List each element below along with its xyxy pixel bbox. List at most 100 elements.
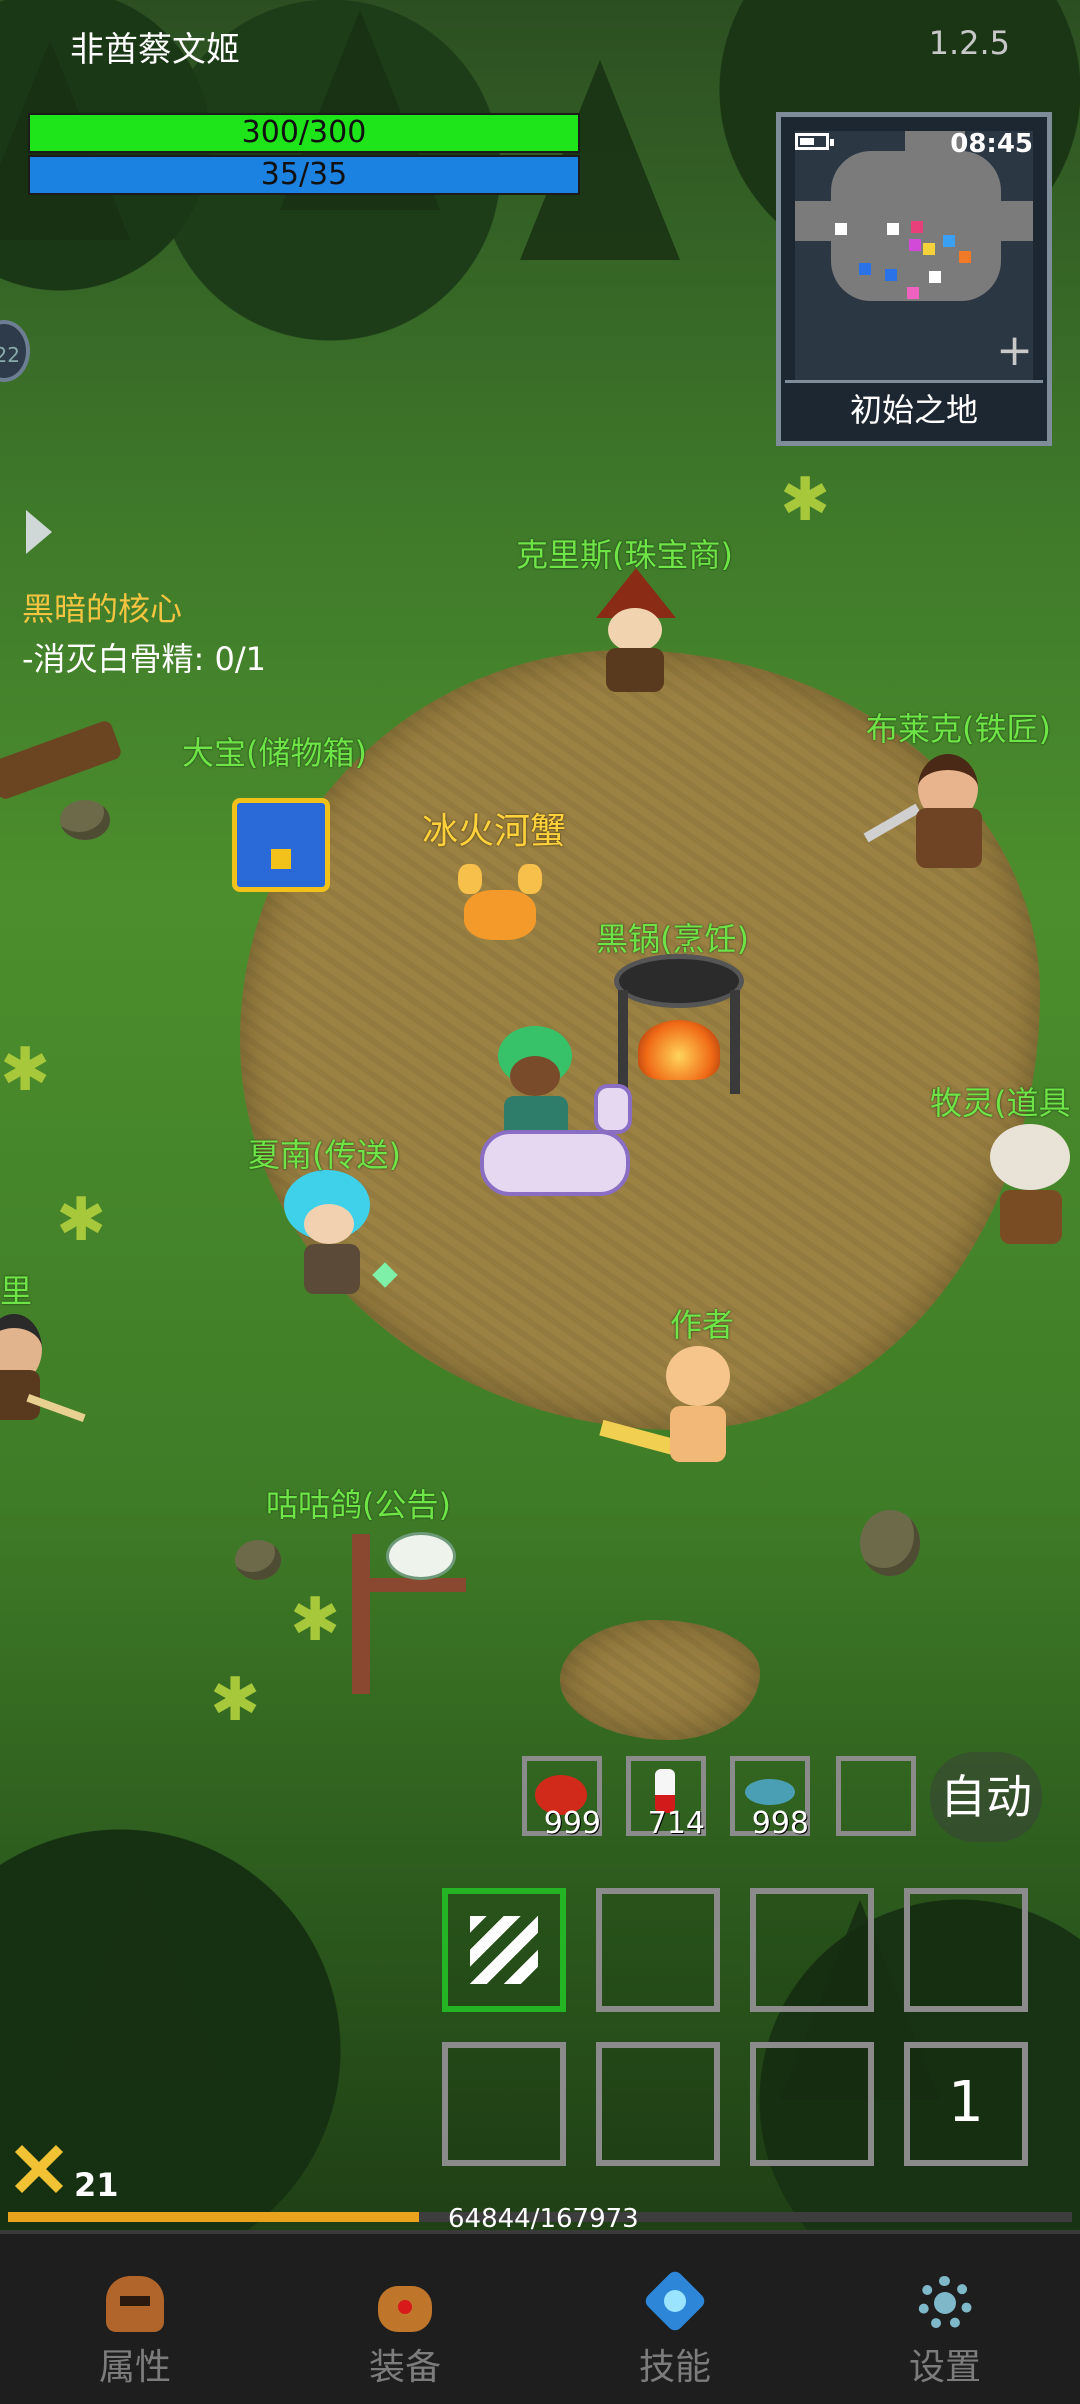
- face: [304, 1204, 354, 1244]
- body: [606, 648, 664, 692]
- sword: [599, 1419, 681, 1457]
- bag-icon: [372, 2272, 438, 2334]
- npc-label-items[interactable]: 牧灵(道具: [930, 1078, 1071, 1124]
- branch: [356, 1578, 466, 1592]
- body: [304, 1244, 360, 1294]
- skill-slot-6[interactable]: [596, 2042, 720, 2166]
- slash-skill-icon: [470, 1916, 538, 1984]
- item-count: 714: [647, 1806, 705, 1841]
- pot: [614, 954, 744, 1008]
- dove: [386, 1532, 456, 1580]
- crab-claw: [518, 864, 542, 894]
- npc-items-sprite[interactable]: [986, 1124, 1076, 1250]
- minimap-marker: [909, 239, 921, 251]
- minimap-marker: [859, 263, 871, 275]
- quick-slot-meat[interactable]: 999: [522, 1756, 602, 1841]
- auto-button[interactable]: 自动: [930, 1752, 1042, 1842]
- branch: [352, 1534, 370, 1694]
- rock: [60, 800, 110, 840]
- fish-icon: [745, 1779, 795, 1805]
- crab-body: [464, 890, 536, 940]
- npc-announcement-sprite[interactable]: [340, 1518, 480, 1698]
- quick-slot-fish[interactable]: 998: [730, 1756, 810, 1841]
- npc-jeweler-sprite[interactable]: [588, 568, 684, 698]
- npc-label-announcement[interactable]: 咕咕鸽(公告): [266, 1480, 451, 1526]
- nav-label: 属性: [98, 2347, 171, 2388]
- npc-label-teleport[interactable]: 夏南(传送): [248, 1130, 401, 1176]
- nav-settings[interactable]: 设置: [810, 2234, 1080, 2404]
- minimap-marker: [943, 235, 955, 247]
- skill-slot-7[interactable]: [750, 2042, 874, 2166]
- hp-bar: 300/300: [28, 113, 580, 153]
- hp-text: 300/300: [241, 115, 367, 150]
- skill-gem-icon: [642, 2268, 708, 2334]
- version-label: 1.2.5: [928, 24, 1010, 62]
- skill-slot-3[interactable]: [750, 1888, 874, 2012]
- head: [666, 1346, 730, 1406]
- tree: [60, 1880, 220, 2080]
- quick-slot-potion[interactable]: 714: [626, 1756, 706, 1841]
- head: [608, 608, 662, 652]
- skill-page-button[interactable]: 1: [904, 2042, 1028, 2166]
- minimap-marker: [907, 287, 919, 299]
- npc-label-blacksmith[interactable]: 布莱克(铁匠): [866, 704, 1051, 750]
- minimap-marker: [923, 243, 935, 255]
- skill-slot-4[interactable]: [904, 1888, 1028, 2012]
- crab-claw: [458, 864, 482, 894]
- npc-label-storage[interactable]: 大宝(储物箱): [182, 728, 367, 774]
- player-level: 21: [74, 2166, 119, 2204]
- battery-icon: [795, 133, 834, 150]
- player-face: [510, 1056, 560, 1096]
- minimap-marker: [911, 221, 923, 233]
- nav-equipment[interactable]: 装备: [270, 2234, 540, 2404]
- nav-label: 技能: [638, 2347, 711, 2388]
- npc-label-edge-left[interactable]: 里: [0, 1266, 32, 1312]
- skill-page-number: 1: [948, 2070, 984, 2135]
- npc-edge-left-sprite[interactable]: [0, 1314, 90, 1434]
- monster-crab-sprite[interactable]: [458, 860, 542, 948]
- player-name: 非酋蔡文姬: [70, 30, 240, 70]
- fern: ✱: [0, 1035, 51, 1105]
- minimap-marker: [885, 269, 897, 281]
- storage-chest-sprite[interactable]: [232, 798, 330, 892]
- minimap[interactable]: 08:45 + 初始之地: [776, 112, 1052, 446]
- npc-teleport-sprite[interactable]: [280, 1170, 400, 1300]
- npc-label-author[interactable]: 作者: [670, 1300, 734, 1346]
- pot-leg: [730, 990, 740, 1094]
- dirt-patch: [560, 1620, 760, 1740]
- npc-label-cooking[interactable]: 黑锅(烹饪): [596, 914, 749, 960]
- clock-time: 08:45: [950, 129, 1033, 159]
- location-name: 初始之地: [785, 380, 1043, 437]
- staff-gem: [372, 1262, 398, 1288]
- player-character-sprite[interactable]: [470, 1026, 640, 1210]
- item-count: 998: [751, 1806, 809, 1841]
- npc-blacksmith-sprite[interactable]: [862, 748, 1012, 878]
- nav-attributes[interactable]: 属性: [0, 2234, 270, 2404]
- chest-lock: [271, 849, 291, 869]
- fire: [638, 1020, 720, 1080]
- rock: [235, 1540, 281, 1580]
- rock: [860, 1510, 920, 1576]
- nav-skills[interactable]: 技能: [540, 2234, 810, 2404]
- unicorn-head: [594, 1084, 632, 1134]
- skill-slot-5[interactable]: [442, 2042, 566, 2166]
- skill-slot-1[interactable]: [442, 1888, 566, 2012]
- unicorn: [480, 1130, 630, 1196]
- fern: ✱: [780, 465, 831, 535]
- quick-slot-empty[interactable]: [836, 1756, 916, 1836]
- fern: ✱: [210, 1665, 261, 1735]
- expand-arrow-icon[interactable]: [26, 510, 52, 554]
- quest-title[interactable]: 黑暗的核心: [22, 584, 182, 630]
- skill-slot-2[interactable]: [596, 1888, 720, 2012]
- bottom-nav: 属性 装备 技能 设置: [0, 2230, 1080, 2404]
- body: [670, 1406, 726, 1462]
- npc-author-sprite[interactable]: [599, 1346, 750, 1476]
- quest-task[interactable]: -消灭白骨精: 0/1: [22, 634, 266, 680]
- minimap-marker: [959, 251, 971, 263]
- plus-icon[interactable]: +: [996, 329, 1033, 373]
- log: [0, 718, 123, 802]
- exp-bar-fill: [8, 2212, 419, 2222]
- npc-label-jeweler[interactable]: 克里斯(珠宝商): [516, 530, 733, 576]
- monster-label[interactable]: 冰火河蟹: [422, 802, 566, 854]
- minimap-marker: [835, 223, 847, 235]
